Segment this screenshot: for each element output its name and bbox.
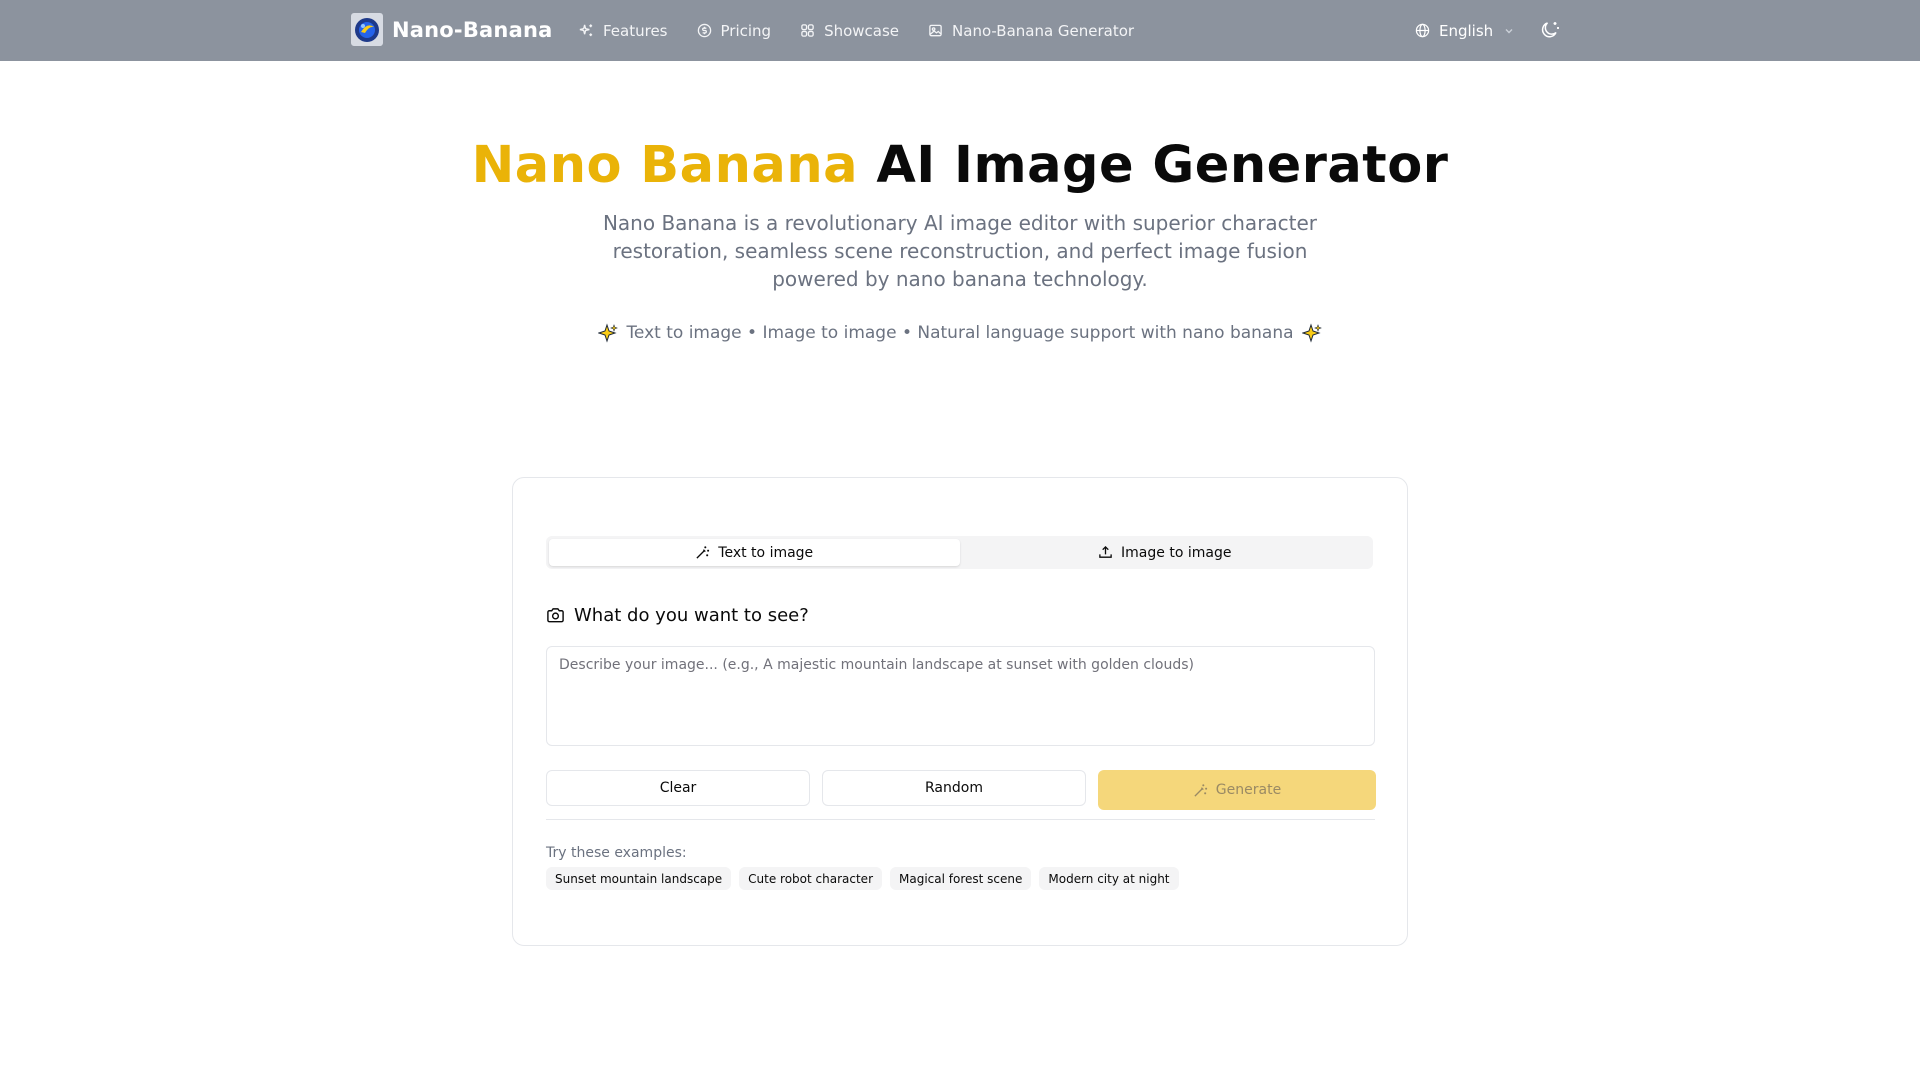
tab-image-to-image-label: Image to image [1121,544,1232,561]
example-chip[interactable]: Magical forest scene [890,867,1032,890]
chevron-down-icon [1505,28,1513,33]
mode-tabs: Text to image Image to image [546,536,1373,569]
magic-wand-icon [1194,783,1207,797]
globe-icon [1415,23,1430,38]
top-navbar: Nano-Banana Features Pricing Showcase Na… [0,0,1920,61]
nav-features-label: Features [603,21,668,40]
sparkle-right-icon [1301,323,1322,343]
random-button[interactable]: Random [822,770,1086,806]
image-icon [929,24,942,37]
theme-toggle-button[interactable] [1539,19,1561,41]
hero-features: Text to image • Image to image • Natural… [0,323,1920,343]
nav-showcase[interactable]: Showcase [800,22,899,40]
examples-label: Try these examples: [546,845,687,861]
magic-wand-icon [696,546,710,559]
moon-icon [1541,22,1559,38]
nav-generator[interactable]: Nano-Banana Generator [928,22,1134,40]
hero-features-text: Text to image • Image to image • Natural… [626,323,1294,343]
grid-icon [801,24,814,37]
brand-link[interactable]: Nano-Banana [351,13,552,46]
upload-icon [1099,545,1112,558]
page-title: Nano Banana AI Image Generator [0,134,1920,198]
title-accent: Nano Banana [471,136,859,195]
nav-pricing-label: Pricing [720,21,772,40]
nav-showcase-label: Showcase [824,21,900,40]
tab-text-to-image-label: Text to image [718,544,814,561]
generate-button[interactable]: Generate [1098,770,1376,810]
tab-image-to-image[interactable]: Image to image [960,539,1371,566]
sparkles-icon [579,24,593,37]
nav-pricing[interactable]: Pricing [697,21,772,40]
sparkle-left-icon [598,323,619,343]
generate-button-label: Generate [1215,782,1282,798]
camera-icon [547,608,564,623]
title-rest: AI Image Generator [876,136,1449,195]
brand-name: Nano-Banana [392,17,553,42]
main-nav: Features Pricing Showcase Nano-Banana Ge… [579,0,1163,61]
example-chip[interactable]: Sunset mountain landscape [546,867,732,890]
hero-subtitle: Nano Banana is a revolutionary AI image … [602,211,1318,291]
generator-card: Text to image Image to image What do you… [512,477,1408,946]
tab-text-to-image[interactable]: Text to image [549,539,960,566]
prompt-heading-label: What do you want to see? [574,605,809,626]
language-label: English [1439,21,1494,40]
coin-icon [697,23,711,38]
example-chip[interactable]: Cute robot character [739,867,882,890]
language-selector[interactable]: English [1415,0,1515,61]
nav-features[interactable]: Features [579,22,668,40]
brand-logo [351,13,383,46]
example-chip[interactable]: Modern city at night [1039,867,1179,890]
prompt-textarea[interactable] [546,646,1375,746]
divider [546,819,1375,820]
clear-button[interactable]: Clear [546,770,810,806]
example-chips: Sunset mountain landscape Cute robot cha… [546,867,1187,890]
prompt-heading: What do you want to see? [546,605,809,626]
nav-generator-label: Nano-Banana Generator [952,21,1135,40]
